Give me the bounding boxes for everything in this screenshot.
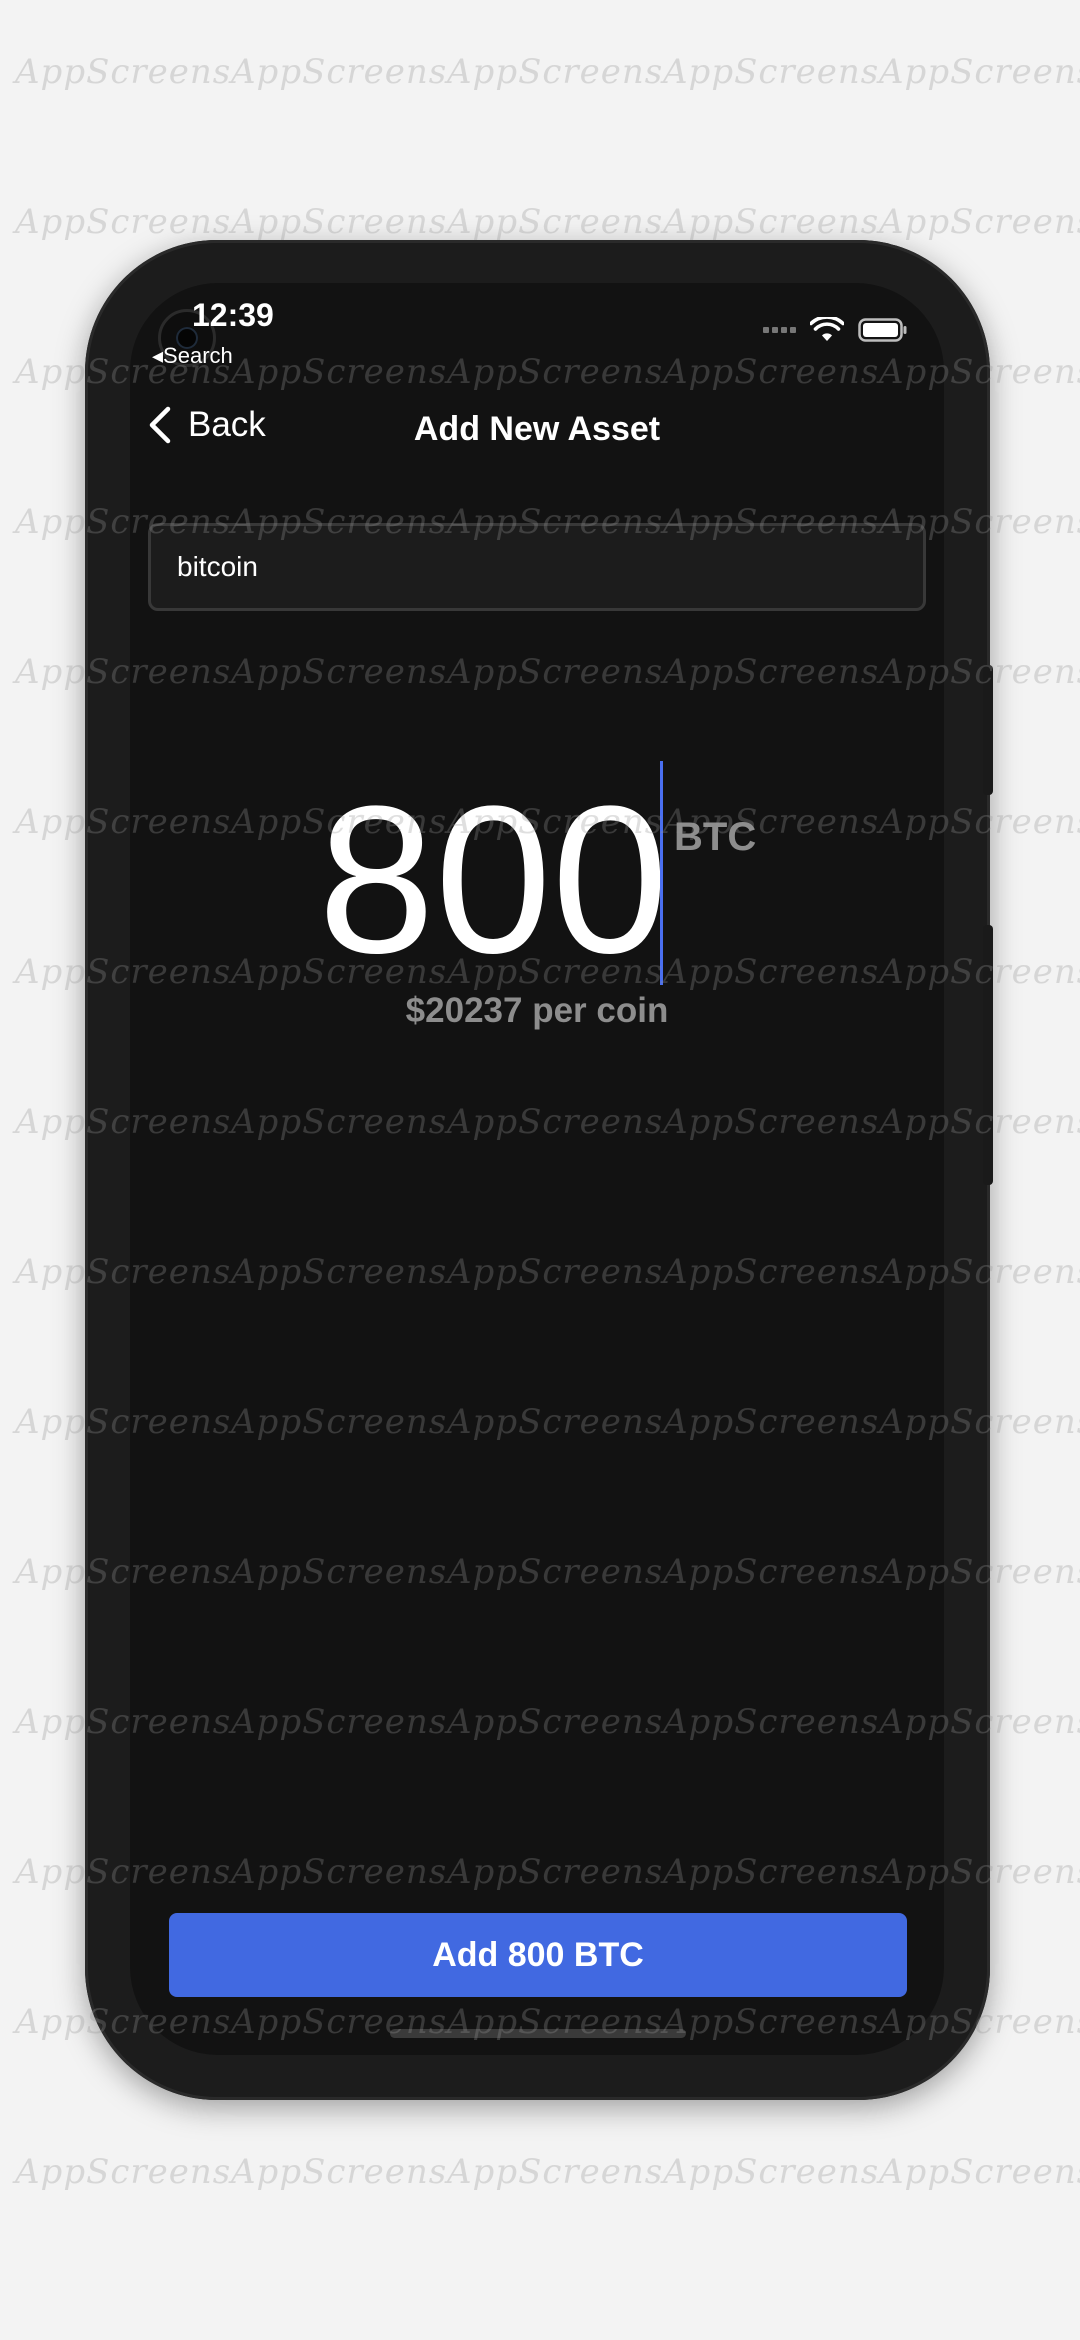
watermark-text: AppScreens bbox=[15, 52, 232, 92]
watermark-text: AppScreens bbox=[663, 202, 880, 242]
wifi-icon bbox=[810, 317, 844, 341]
side-button bbox=[983, 925, 993, 1185]
watermark-text: AppScreens bbox=[15, 202, 232, 242]
watermark-text: AppScreens bbox=[231, 202, 448, 242]
watermark-text: AppScreens bbox=[879, 2152, 1080, 2192]
battery-icon bbox=[858, 318, 907, 342]
page-title: Add New Asset bbox=[413, 410, 661, 448]
watermark-text: AppScreens bbox=[15, 2152, 232, 2192]
add-asset-button[interactable]: Add 800 BTC bbox=[169, 1913, 907, 1997]
page: 12:39 ◂Search Back Add New Asset bitcoin… bbox=[0, 0, 1080, 2340]
watermark-text: AppScreens bbox=[447, 52, 664, 92]
status-back-arrow-icon: ◂ bbox=[152, 343, 164, 368]
watermark-text: AppScreens bbox=[879, 202, 1080, 242]
price-per-coin: $20237 per coin bbox=[405, 991, 669, 1030]
search-input[interactable] bbox=[148, 523, 926, 611]
status-time: 12:39 bbox=[192, 297, 274, 333]
status-back-label: Search bbox=[163, 343, 233, 368]
text-caret bbox=[660, 761, 663, 985]
watermark-text: AppScreens bbox=[447, 202, 664, 242]
side-button bbox=[983, 665, 993, 795]
app-screen: 12:39 ◂Search Back Add New Asset bitcoin… bbox=[130, 283, 944, 2055]
home-indicator bbox=[390, 2029, 686, 2038]
watermark-text: AppScreens bbox=[447, 2152, 664, 2192]
amount-unit: BTC bbox=[674, 815, 757, 859]
status-back-to-app[interactable]: ◂Search bbox=[152, 343, 233, 369]
watermark-text: AppScreens bbox=[879, 52, 1080, 92]
watermark-text: AppScreens bbox=[231, 52, 448, 92]
watermark-text: AppScreens bbox=[231, 2152, 448, 2192]
watermark-text: AppScreens bbox=[663, 52, 880, 92]
amount-value[interactable]: 800 bbox=[318, 775, 668, 985]
status-indicators bbox=[763, 317, 908, 343]
cellular-signal-icon bbox=[763, 327, 796, 333]
watermark-text: AppScreens bbox=[663, 2152, 880, 2192]
